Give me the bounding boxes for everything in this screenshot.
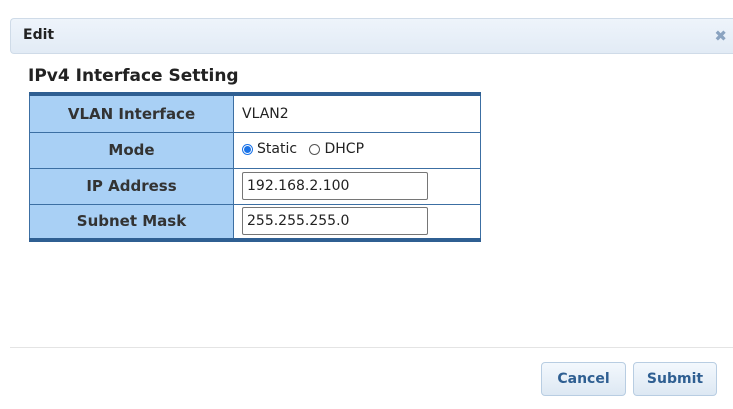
static-radio[interactable] xyxy=(242,143,253,155)
dialog-titlebar: Edit ✖ xyxy=(10,18,733,54)
mode-label: Mode xyxy=(29,131,234,169)
subnet-mask-row: Subnet Mask xyxy=(29,203,481,241)
ipv4-settings-table: VLAN Interface VLAN2 Mode Static DHCP IP… xyxy=(29,92,481,242)
vlan-interface-label: VLAN Interface xyxy=(29,93,234,133)
dhcp-radio-label: DHCP xyxy=(324,141,365,158)
subnet-mask-input[interactable] xyxy=(242,207,428,236)
subnet-mask-label: Subnet Mask xyxy=(29,203,234,241)
submit-button[interactable]: Submit xyxy=(633,362,717,396)
cancel-button[interactable]: Cancel xyxy=(541,362,626,396)
dhcp-radio[interactable] xyxy=(309,143,321,155)
mode-options: Static DHCP xyxy=(233,131,481,169)
ip-address-input[interactable] xyxy=(242,172,428,200)
section-title: IPv4 Interface Setting xyxy=(28,66,239,86)
mode-row: Mode Static DHCP xyxy=(29,131,481,169)
footer-divider xyxy=(10,347,733,348)
subnet-mask-cell xyxy=(233,203,481,241)
dialog-title: Edit xyxy=(23,27,55,43)
close-icon[interactable]: ✖ xyxy=(714,27,727,45)
ip-address-label: IP Address xyxy=(29,167,234,205)
static-radio-label: Static xyxy=(257,141,298,158)
ip-address-row: IP Address xyxy=(29,167,481,205)
vlan-interface-value: VLAN2 xyxy=(233,93,481,133)
ip-address-cell xyxy=(233,167,481,205)
vlan-interface-row: VLAN Interface VLAN2 xyxy=(29,93,481,133)
edit-dialog: Edit ✖ IPv4 Interface Setting VLAN Inter… xyxy=(0,0,733,409)
mode-dhcp-option[interactable]: DHCP xyxy=(309,141,364,157)
mode-static-option[interactable]: Static xyxy=(242,141,297,157)
